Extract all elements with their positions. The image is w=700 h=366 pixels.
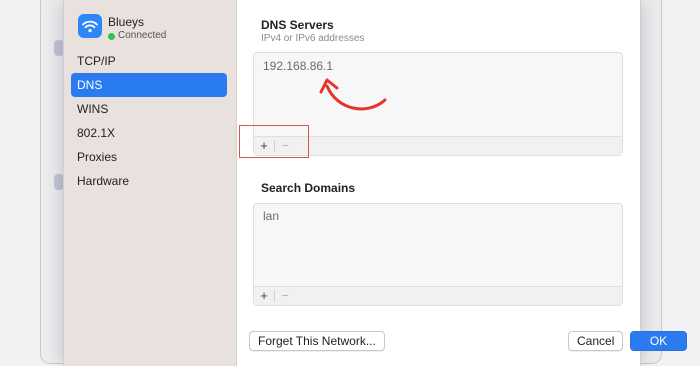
search-list-toolbar: + − bbox=[254, 286, 622, 305]
sidebar-item-tcpip[interactable]: TCP/IP bbox=[71, 49, 227, 73]
dns-servers-title: DNS Servers bbox=[261, 18, 334, 32]
sidebar-item-8021x[interactable]: 802.1X bbox=[71, 121, 227, 145]
add-search-domain-button[interactable]: + bbox=[254, 287, 274, 305]
network-details-dialog: Blueys Connected TCP/IP DNS WINS 802.1X … bbox=[63, 0, 687, 366]
network-header: Blueys Connected bbox=[78, 14, 166, 41]
network-status-label: Connected bbox=[118, 30, 167, 41]
list-item[interactable]: lan bbox=[263, 209, 279, 223]
sidebar-item-proxies[interactable]: Proxies bbox=[71, 145, 227, 169]
sidebar: Blueys Connected TCP/IP DNS WINS 802.1X … bbox=[64, 0, 237, 366]
connected-dot-icon bbox=[108, 32, 115, 40]
network-name: Blueys bbox=[108, 15, 145, 29]
sidebar-nav: TCP/IP DNS WINS 802.1X Proxies Hardware bbox=[71, 49, 227, 193]
search-domains-list[interactable]: lan + − bbox=[253, 203, 623, 306]
annotation-highlight-box bbox=[239, 125, 309, 158]
sidebar-item-hardware[interactable]: Hardware bbox=[71, 169, 227, 193]
forget-network-button[interactable]: Forget This Network... bbox=[249, 331, 385, 351]
sidebar-item-dns[interactable]: DNS bbox=[71, 73, 227, 97]
dns-list-toolbar: + − bbox=[254, 136, 622, 155]
annotation-arrow-icon bbox=[319, 78, 387, 111]
ok-button[interactable]: OK bbox=[630, 331, 687, 351]
cancel-button[interactable]: Cancel bbox=[568, 331, 624, 351]
dns-settings-panel: DNS Servers IPv4 or IPv6 addresses 192.1… bbox=[237, 0, 687, 366]
remove-search-domain-button[interactable]: − bbox=[275, 287, 295, 305]
sidebar-item-wins[interactable]: WINS bbox=[71, 97, 227, 121]
network-status: Connected bbox=[108, 31, 166, 41]
dns-servers-subtitle: IPv4 or IPv6 addresses bbox=[261, 33, 365, 44]
wifi-icon bbox=[78, 14, 102, 38]
search-domains-title: Search Domains bbox=[261, 181, 356, 195]
